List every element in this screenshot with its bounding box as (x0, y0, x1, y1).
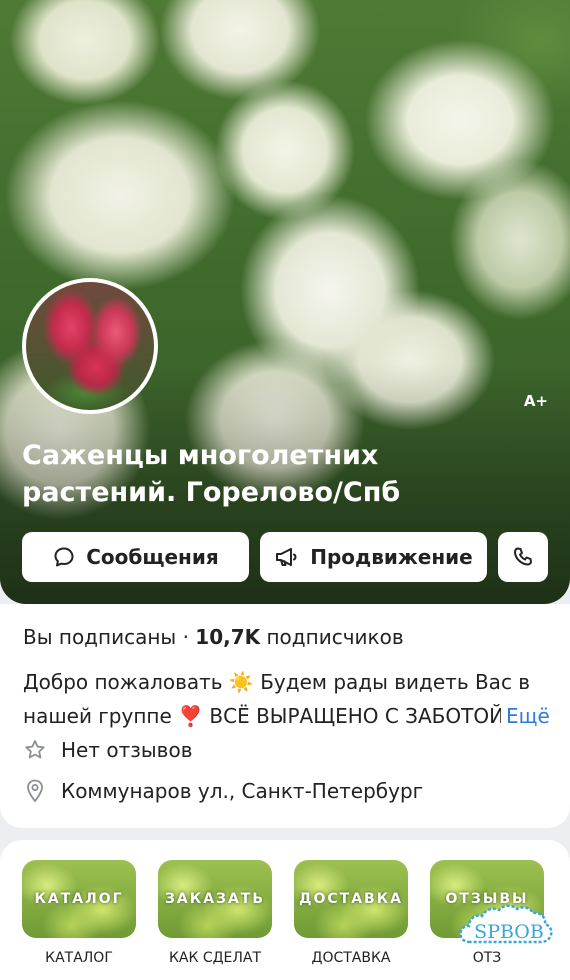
subscribed-status[interactable]: Вы подписаны (23, 625, 176, 649)
megaphone-icon (276, 548, 297, 566)
menu-tile-delivery[interactable]: ДОСТАВКА (294, 860, 408, 938)
subscription-line: Вы подписаны · 10,7K подписчиков (23, 625, 404, 649)
group-description: Добро пожаловать ☀️ Будем рады видеть Ва… (23, 665, 553, 733)
promotion-button-label: Продвижение (310, 545, 473, 569)
tile-image-text: ЗАКАЗАТЬ (164, 891, 266, 907)
show-more-link[interactable]: Ещё (502, 699, 550, 733)
phone-icon (514, 547, 532, 566)
menu-tile-order[interactable]: ЗАКАЗАТЬ (158, 860, 272, 938)
reviews-row[interactable]: Нет отзывов (23, 738, 192, 762)
text-size-badge[interactable]: A+ (524, 392, 548, 410)
location-pin-icon (27, 779, 43, 802)
promotion-button[interactable]: Продвижение (260, 532, 487, 582)
tile-caption: КАТАЛОГ (45, 950, 113, 966)
reviews-text: Нет отзывов (61, 738, 193, 762)
address-row[interactable]: Коммунаров ул., Санкт-Петербург (23, 778, 423, 804)
description-line-2: нашей группе ❣️ ВСЁ ВЫРАЩЕНО С ЗАБОТОЙ (23, 704, 501, 728)
tile-image-text: ДОСТАВКА (299, 891, 403, 907)
messages-button[interactable]: Сообщения (22, 532, 249, 582)
messages-button-label: Сообщения (86, 545, 219, 569)
group-avatar[interactable] (22, 278, 158, 414)
tile-image-text: КАТАЛОГ (34, 891, 124, 907)
watermark-text: SPBOB (474, 921, 544, 943)
tile-caption: ДОСТАВКА (311, 950, 391, 966)
separator-dot: · (182, 625, 189, 649)
subscribers-label[interactable]: подписчиков (266, 625, 403, 649)
message-bubble-icon (54, 547, 74, 567)
tile-caption: КАК СДЕЛАТ (168, 950, 262, 966)
group-title: Саженцы многолетних растений. Горелово/С… (22, 440, 401, 508)
watermark-cloud-logo: SPBOB (459, 904, 553, 944)
menu-tile-catalog[interactable]: КАТАЛОГ (22, 860, 136, 938)
call-button[interactable] (498, 532, 548, 582)
subscribers-count[interactable]: 10,7K (195, 625, 260, 649)
star-icon (25, 740, 45, 759)
description-line-1: Добро пожаловать ☀️ Будем рады видеть Ва… (23, 670, 531, 694)
address-text: Коммунаров ул., Санкт-Петербург (61, 779, 424, 803)
